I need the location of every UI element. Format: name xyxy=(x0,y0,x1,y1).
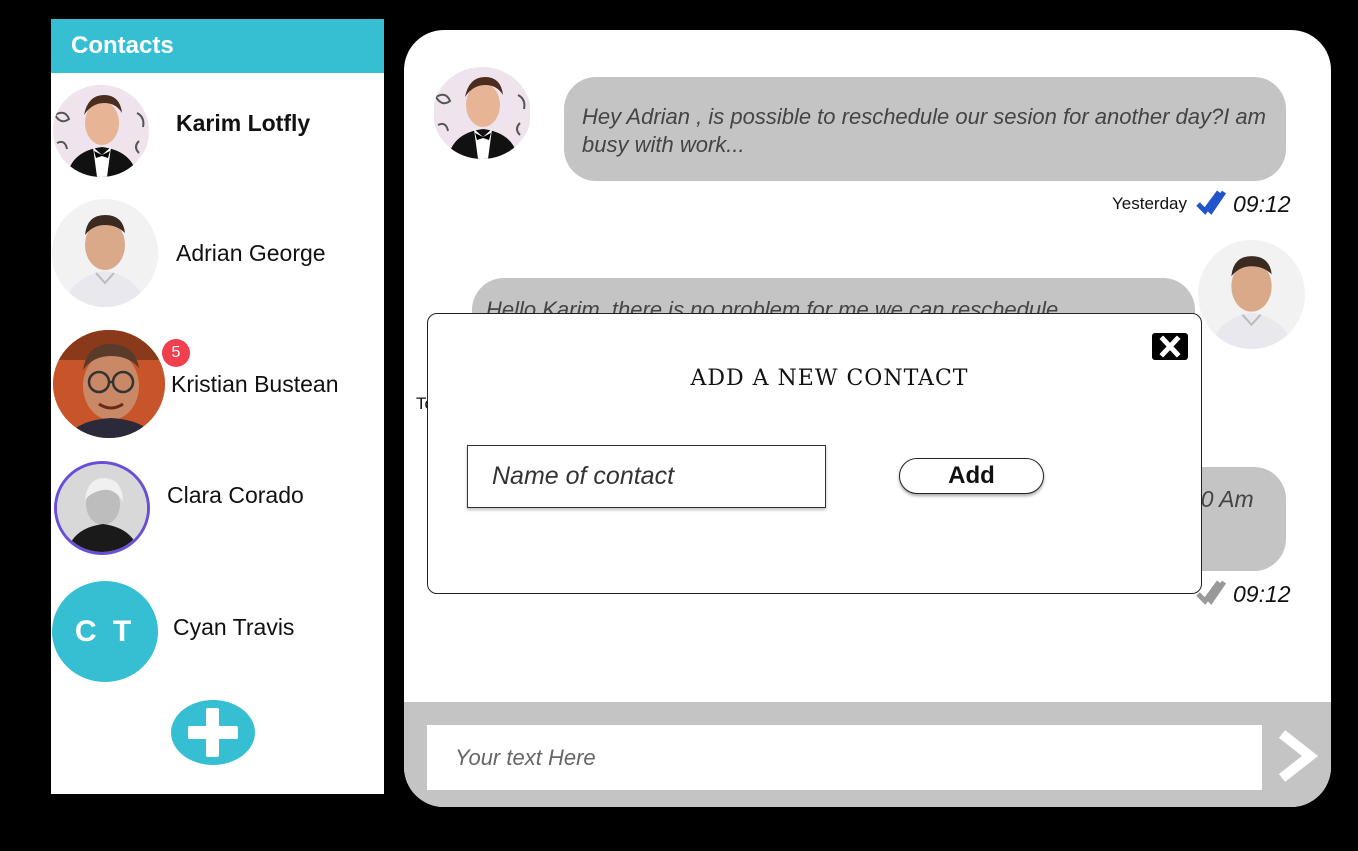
contact-name: Cyan Travis xyxy=(173,614,295,640)
add-contact-modal: ADD A NEW CONTACT Name of contact Add xyxy=(427,313,1202,594)
contact-name: Kristian Bustean xyxy=(171,371,339,397)
contact-name: Clara Corado xyxy=(167,482,304,508)
sidebar-title: Contacts xyxy=(51,19,384,73)
contact-name: Adrian George xyxy=(176,240,326,266)
contact-item-karim[interactable]: Karim Lotfly xyxy=(51,84,384,179)
modal-title: ADD A NEW CONTACT xyxy=(690,366,969,391)
message-day: Yesterday xyxy=(1112,194,1187,213)
double-check-icon xyxy=(1196,190,1226,215)
message-time: 09:12 xyxy=(1233,581,1291,607)
message-composer: Your text Here xyxy=(404,702,1331,807)
contact-name-input[interactable]: Name of contact xyxy=(467,445,826,508)
contact-name: Karim Lotfly xyxy=(176,110,311,136)
message-input[interactable]: Your text Here xyxy=(427,725,1262,790)
avatar-initials: C T xyxy=(52,581,158,682)
contacts-sidebar: Contacts Karim Lotfly Adrian George 5 Kr… xyxy=(51,19,384,794)
avatar xyxy=(1198,240,1305,349)
avatar xyxy=(53,330,165,438)
contact-item-adrian[interactable]: Adrian George xyxy=(51,199,384,309)
close-icon xyxy=(1159,335,1181,358)
add-contact-button[interactable] xyxy=(171,700,255,765)
send-arrow-icon[interactable] xyxy=(1274,726,1324,786)
contact-item-kristian[interactable]: 5 Kristian Bustean xyxy=(51,329,384,439)
unread-badge: 5 xyxy=(162,339,190,367)
message-bubble: Hey Adrian , is possible to reschedule o… xyxy=(564,77,1286,181)
contact-item-cyan[interactable]: C T Cyan Travis xyxy=(51,579,384,684)
message-time: 09:12 xyxy=(1233,191,1291,217)
avatar xyxy=(52,199,158,307)
avatar xyxy=(433,67,531,159)
contact-item-clara[interactable]: Clara Corado xyxy=(51,459,384,559)
avatar xyxy=(54,461,150,555)
close-button[interactable] xyxy=(1152,333,1188,360)
add-button[interactable]: Add xyxy=(899,458,1044,494)
avatar xyxy=(53,85,149,177)
